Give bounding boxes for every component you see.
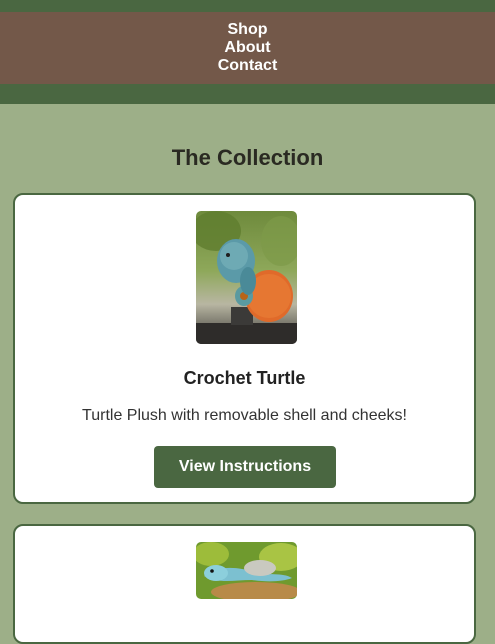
product-card: [13, 524, 476, 644]
nav-link-shop[interactable]: Shop: [228, 21, 268, 39]
nav-bar: Shop About Contact: [0, 12, 495, 84]
collection-title: The Collection: [171, 145, 324, 170]
nav-link-contact[interactable]: Contact: [218, 57, 278, 75]
product-description: Turtle Plush with removable shell and ch…: [82, 407, 407, 424]
view-instructions-button[interactable]: View Instructions: [154, 446, 336, 488]
nav-link-about[interactable]: About: [224, 39, 270, 57]
product-title: Crochet Turtle: [183, 368, 306, 388]
turtle-plush-photo: [196, 211, 297, 344]
lizard-plush-photo: [196, 542, 297, 599]
product-card: Crochet Turtle Turtle Plush with removab…: [13, 193, 476, 504]
